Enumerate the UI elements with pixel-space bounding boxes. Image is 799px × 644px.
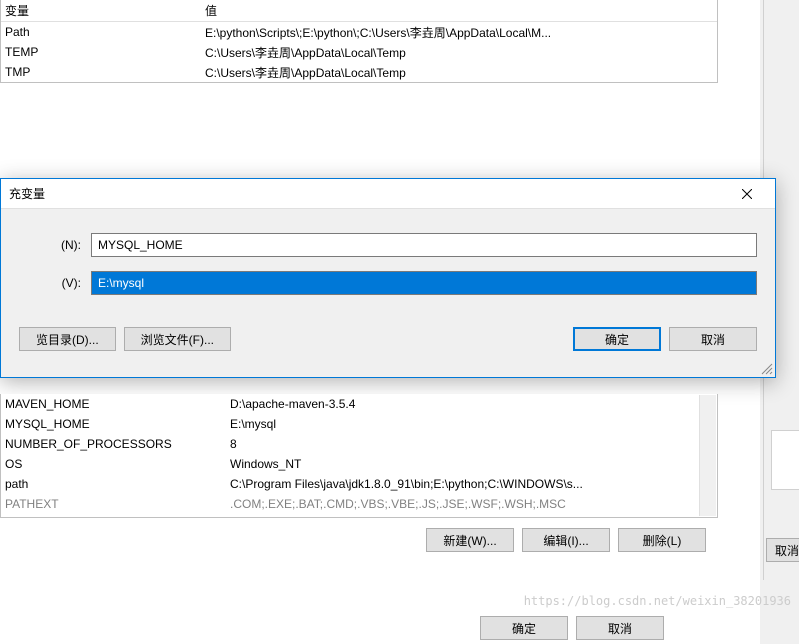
table-row[interactable]: NUMBER_OF_PROCESSORS 8	[1, 434, 717, 454]
var-name: NUMBER_OF_PROCESSORS	[1, 437, 226, 451]
table-header: 变量 值	[1, 0, 717, 22]
var-value: 8	[226, 437, 717, 451]
var-name-label: (N):	[1, 238, 91, 252]
browse-file-button[interactable]: 浏览文件(F)...	[124, 327, 231, 351]
window-cancel-button[interactable]: 取消	[576, 616, 664, 640]
edit-variable-dialog: 充变量 (N): (V): 览目录(D)... 浏览文件(F)... 确定 取消	[0, 178, 776, 378]
var-name: path	[1, 477, 226, 491]
ok-button[interactable]: 确定	[573, 327, 661, 351]
var-name: TEMP	[1, 45, 201, 59]
var-value: E:\python\Scripts\;E:\python\;C:\Users\李…	[201, 24, 717, 41]
window-ok-button[interactable]: 确定	[480, 616, 568, 640]
var-name: MYSQL_HOME	[1, 417, 226, 431]
table-row[interactable]: TMP C:\Users\李垚周\AppData\Local\Temp	[1, 62, 717, 82]
cancel-button[interactable]: 取消	[669, 327, 757, 351]
scrollbar[interactable]	[699, 395, 716, 516]
var-name: Path	[1, 25, 201, 39]
var-value-input[interactable]	[91, 271, 757, 295]
edit-button[interactable]: 编辑(I)...	[522, 528, 610, 552]
close-icon	[742, 189, 752, 199]
var-value: .COM;.EXE;.BAT;.CMD;.VBS;.VBE;.JS;.JSE;.…	[226, 497, 717, 511]
delete-button[interactable]: 删除(L)	[618, 528, 706, 552]
new-button[interactable]: 新建(W)...	[426, 528, 514, 552]
dialog-title: 充变量	[9, 185, 45, 202]
var-value: C:\Program Files\java\jdk1.8.0_91\bin;E:…	[226, 477, 717, 491]
table-row[interactable]: path C:\Program Files\java\jdk1.8.0_91\b…	[1, 474, 717, 494]
outer-cancel-button[interactable]: 取消	[766, 538, 799, 562]
window-buttons: 确定 取消	[480, 616, 664, 640]
user-variables-table: 变量 值 Path E:\python\Scripts\;E:\python\;…	[0, 0, 718, 83]
var-name: PATHEXT	[1, 497, 226, 511]
grip-icon	[761, 363, 773, 375]
table-row[interactable]: PATHEXT .COM;.EXE;.BAT;.CMD;.VBS;.VBE;.J…	[1, 494, 717, 514]
var-value: Windows_NT	[226, 457, 717, 471]
close-button[interactable]	[727, 181, 767, 207]
watermark: https://blog.csdn.net/weixin_38201936	[524, 594, 791, 608]
var-name: TMP	[1, 65, 201, 79]
system-variables-table: MAVEN_HOME D:\apache-maven-3.5.4 MYSQL_H…	[0, 394, 718, 518]
table-row[interactable]: MAVEN_HOME D:\apache-maven-3.5.4	[1, 394, 717, 414]
var-value: C:\Users\李垚周\AppData\Local\Temp	[201, 64, 717, 81]
var-name: OS	[1, 457, 226, 471]
var-value: D:\apache-maven-3.5.4	[226, 397, 717, 411]
resize-grip[interactable]	[761, 363, 773, 375]
var-value: E:\mysql	[226, 417, 717, 431]
system-var-buttons: 新建(W)... 编辑(I)... 删除(L)	[0, 528, 718, 552]
table-row[interactable]: Path E:\python\Scripts\;E:\python\;C:\Us…	[1, 22, 717, 42]
var-name: MAVEN_HOME	[1, 397, 226, 411]
table-row[interactable]: MYSQL_HOME E:\mysql	[1, 414, 717, 434]
dialog-titlebar[interactable]: 充变量	[1, 179, 775, 209]
table-row[interactable]: OS Windows_NT	[1, 454, 717, 474]
header-variable[interactable]: 变量	[1, 2, 201, 19]
browse-dir-button[interactable]: 览目录(D)...	[19, 327, 116, 351]
var-value-label: (V):	[1, 276, 91, 290]
table-row[interactable]: TEMP C:\Users\李垚周\AppData\Local\Temp	[1, 42, 717, 62]
var-value: C:\Users\李垚周\AppData\Local\Temp	[201, 44, 717, 61]
header-value[interactable]: 值	[201, 2, 717, 19]
var-name-input[interactable]	[91, 233, 757, 257]
